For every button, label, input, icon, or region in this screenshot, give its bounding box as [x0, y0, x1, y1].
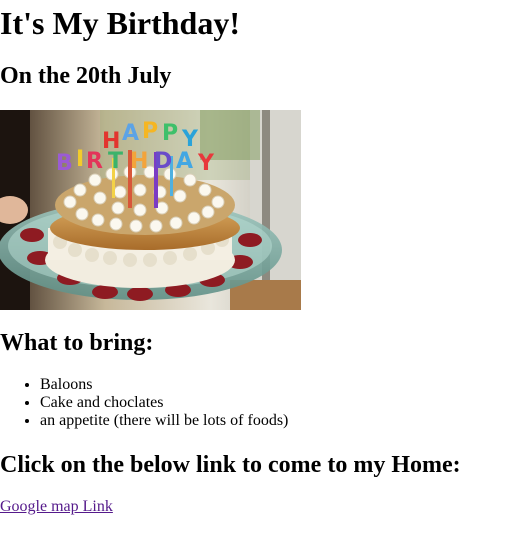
list-item: an appetite (there will be lots of foods… — [40, 412, 288, 430]
svg-text:T: T — [108, 149, 123, 174]
svg-text:R: R — [86, 149, 103, 174]
svg-text:A: A — [176, 149, 193, 174]
date-heading: On the 20th July — [0, 63, 172, 89]
home-link-heading: Click on the below link to come to my Ho… — [0, 452, 461, 478]
list-item: Baloons — [40, 376, 288, 394]
svg-text:H: H — [130, 149, 148, 174]
what-to-bring-heading: What to bring: — [0, 330, 154, 356]
svg-text:B: B — [56, 151, 73, 176]
birthday-cake-image: H A P P Y B I R T H D A Y — [0, 110, 301, 310]
page-title: It's My Birthday! — [0, 5, 240, 41]
svg-text:I: I — [76, 147, 84, 172]
list-item: Cake and choclates — [40, 394, 288, 412]
bring-list: Baloons Cake and choclates an appetite (… — [0, 376, 288, 430]
svg-text:D: D — [154, 149, 172, 174]
svg-text:P: P — [162, 121, 178, 146]
svg-text:P: P — [142, 119, 158, 144]
svg-text:A: A — [122, 121, 139, 146]
google-map-link[interactable]: Google map Link — [0, 497, 113, 517]
svg-text:Y: Y — [197, 151, 215, 176]
